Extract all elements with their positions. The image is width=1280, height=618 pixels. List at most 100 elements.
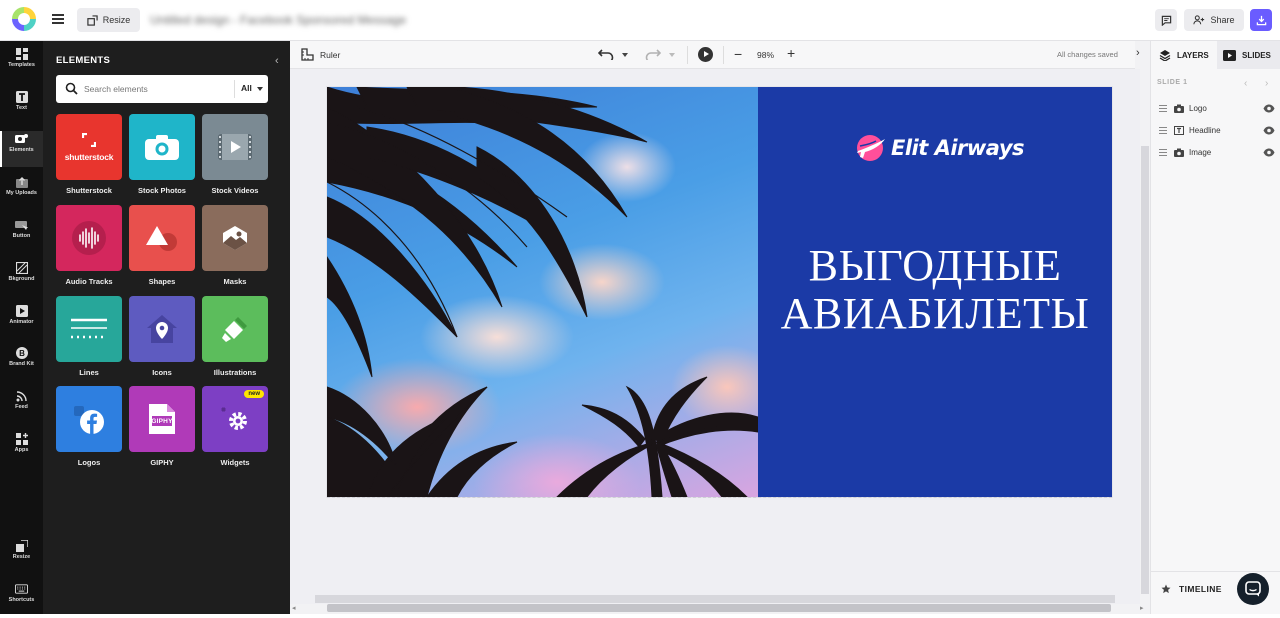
- tile-box: [129, 296, 195, 362]
- tile-logos[interactable]: Logos: [56, 386, 122, 471]
- feed-icon: [16, 391, 27, 402]
- rail-label: Animator: [9, 319, 34, 325]
- rail-item-feed[interactable]: Feed: [0, 388, 43, 424]
- ruler-icon[interactable]: [301, 48, 314, 61]
- search-input[interactable]: [84, 81, 234, 97]
- menu-icon[interactable]: [52, 14, 64, 24]
- search-bar: All: [56, 75, 268, 103]
- tile-masks[interactable]: Masks: [202, 205, 268, 290]
- rail-item-apps[interactable]: Apps: [0, 431, 43, 467]
- horizontal-scroll-track[interactable]: [315, 595, 1115, 603]
- zoom-out-button[interactable]: −: [734, 46, 742, 62]
- facebook-icon: [74, 406, 104, 434]
- download-button[interactable]: [1250, 9, 1272, 31]
- horizontal-scrollbar[interactable]: [327, 604, 1111, 612]
- resize-button[interactable]: Resize: [77, 8, 140, 32]
- vertical-scrollbar[interactable]: [1141, 146, 1149, 594]
- tile-illustrations[interactable]: Illustrations: [202, 296, 268, 381]
- brand-panel[interactable]: Elit Airways ВЫГОДНЫЕ АВИАБИЛЕТЫ: [758, 87, 1112, 497]
- rail-item-background[interactable]: Bkground: [0, 260, 43, 296]
- tile-box: shutterstock: [56, 114, 122, 180]
- eye-icon[interactable]: [1263, 104, 1275, 113]
- ruler-toggle[interactable]: Ruler: [320, 50, 340, 60]
- palm-tree-photo[interactable]: [327, 87, 758, 497]
- app-logo[interactable]: [12, 7, 36, 31]
- tile-icons[interactable]: Icons: [129, 296, 195, 381]
- top-bar: Resize Untitled design - Facebook Sponso…: [0, 0, 1280, 41]
- rail-item-templates[interactable]: Templates: [0, 46, 43, 82]
- eye-icon[interactable]: [1263, 126, 1275, 135]
- layer-row-logo[interactable]: Logo: [1151, 99, 1280, 119]
- rail-item-animator[interactable]: Animator: [0, 303, 43, 339]
- share-button[interactable]: Share: [1184, 9, 1244, 31]
- filter-dropdown[interactable]: All: [241, 83, 252, 93]
- bottom-strip: [0, 614, 1280, 618]
- undo-history-chevron-icon[interactable]: [622, 53, 628, 57]
- shapes-icon: [146, 226, 177, 251]
- rail-item-uploads[interactable]: My Uploads: [0, 174, 43, 210]
- elements-icon: [15, 134, 28, 143]
- rail-item-button[interactable]: Button: [0, 217, 43, 253]
- tile-shapes[interactable]: Shapes: [129, 205, 195, 290]
- redo-icon[interactable]: [645, 48, 661, 60]
- layer-row-image[interactable]: Image: [1151, 143, 1280, 163]
- layer-row-headline[interactable]: Headline: [1151, 121, 1280, 141]
- rail-item-text[interactable]: Text: [0, 89, 43, 125]
- logo-group[interactable]: Elit Airways: [855, 134, 1025, 162]
- collapse-panel-icon[interactable]: ‹: [275, 55, 279, 67]
- tile-lines[interactable]: Lines: [56, 296, 122, 381]
- audio-wave-icon: [72, 221, 106, 255]
- zoom-in-button[interactable]: +: [787, 45, 795, 61]
- left-rail: Templates Text Elements My Uploads Butto…: [0, 41, 43, 618]
- drag-handle-icon[interactable]: [1159, 105, 1167, 114]
- layer-name: Logo: [1189, 104, 1207, 113]
- tab-slides[interactable]: SLIDES: [1217, 41, 1280, 69]
- tile-widgets[interactable]: new Widgets: [202, 386, 268, 471]
- tile-label: Lines: [79, 368, 99, 377]
- document-title[interactable]: Untitled design - Facebook Sponsored Mes…: [150, 13, 406, 27]
- tile-label: GIPHY: [150, 458, 174, 467]
- button-icon: [15, 220, 28, 230]
- toolbar-divider: [687, 46, 688, 64]
- tile-box: [202, 205, 268, 271]
- next-slide-icon[interactable]: ›: [1265, 78, 1268, 89]
- new-badge: new: [244, 390, 264, 398]
- comments-button[interactable]: [1155, 9, 1177, 31]
- previous-slide-icon[interactable]: ‹: [1244, 78, 1247, 89]
- rail-label: Text: [16, 105, 27, 111]
- chat-support-button[interactable]: [1237, 573, 1269, 605]
- shutterstock-logo-text: shutterstock: [64, 151, 114, 162]
- tab-layers[interactable]: LAYERS: [1151, 41, 1217, 69]
- tile-label: Logos: [77, 458, 101, 467]
- tile-shutterstock[interactable]: shutterstock Shutterstock: [56, 114, 122, 199]
- eye-icon[interactable]: [1263, 148, 1275, 157]
- headline-text[interactable]: ВЫГОДНЫЕ АВИАБИЛЕТЫ: [758, 242, 1112, 338]
- zoom-level[interactable]: 98%: [757, 50, 774, 60]
- brand-name: Elit Airways: [891, 136, 1025, 160]
- drag-handle-icon[interactable]: [1159, 149, 1167, 158]
- tile-giphy[interactable]: GIPHY GIPHY: [129, 386, 195, 471]
- design-artboard[interactable]: Elit Airways ВЫГОДНЫЕ АВИАБИЛЕТЫ: [327, 87, 1112, 497]
- uploads-icon: [15, 177, 28, 188]
- tile-audio-tracks[interactable]: Audio Tracks: [56, 205, 122, 290]
- scroll-left-icon[interactable]: ◂: [292, 604, 296, 612]
- rail-item-shortcuts[interactable]: Shortcuts: [0, 581, 43, 617]
- rail-item-brand-kit[interactable]: B Brand Kit: [0, 345, 43, 381]
- tile-box: [56, 205, 122, 271]
- chevron-down-icon[interactable]: [257, 87, 263, 91]
- scroll-right-icon[interactable]: ▸: [1140, 604, 1144, 612]
- resize-label: Resize: [102, 15, 131, 25]
- drag-handle-icon[interactable]: [1159, 127, 1167, 136]
- redo-history-chevron-icon[interactable]: [669, 53, 675, 57]
- canvas-toolbar: Ruler − 98% + All changes saved: [290, 41, 1135, 69]
- collapse-right-panel-icon[interactable]: ›: [1136, 47, 1140, 59]
- rail-item-elements[interactable]: Elements: [0, 131, 43, 167]
- film-icon: [218, 134, 252, 160]
- undo-icon[interactable]: [598, 48, 614, 60]
- tile-stock-videos[interactable]: Stock Videos: [202, 114, 268, 199]
- tile-box: GIPHY: [129, 386, 195, 452]
- rail-item-resize[interactable]: Resize: [0, 538, 43, 574]
- tile-stock-photos[interactable]: Stock Photos: [129, 114, 195, 199]
- play-preview-icon[interactable]: [698, 47, 713, 62]
- keyboard-icon: [15, 584, 28, 594]
